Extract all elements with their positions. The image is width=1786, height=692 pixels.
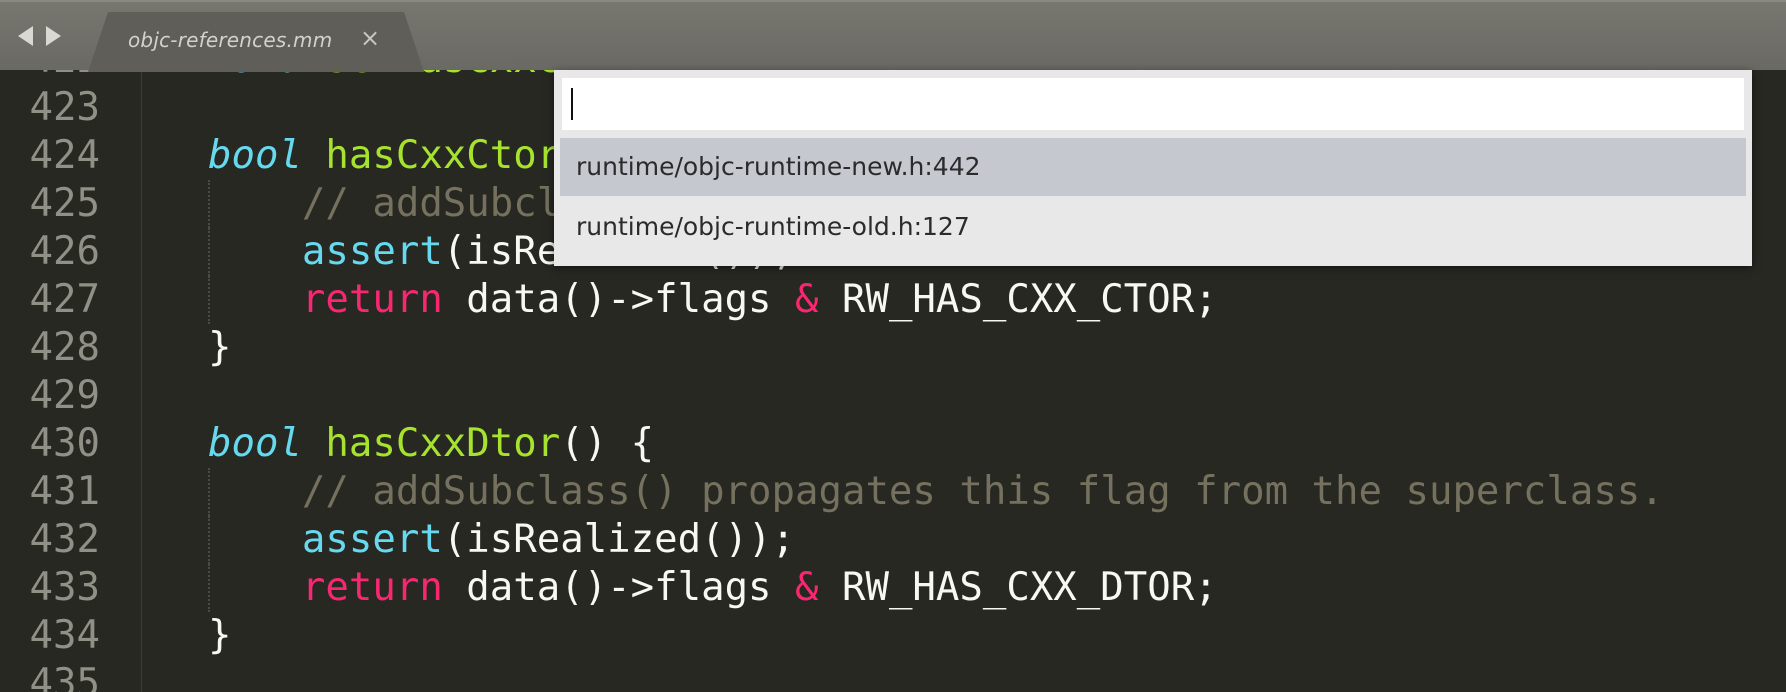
code-token: bool xyxy=(208,420,302,466)
code-text: } xyxy=(208,324,231,372)
line-number: 432 xyxy=(29,516,100,562)
goto-result-item[interactable]: runtime/objc-runtime-old.h:127 xyxy=(560,198,1746,256)
tab-bar: objc-references.mm × xyxy=(0,0,1786,72)
code-text: } xyxy=(208,612,231,660)
line-number: 428 xyxy=(29,324,100,370)
indent-guide xyxy=(208,227,210,276)
indent-guide xyxy=(208,563,210,612)
close-icon[interactable]: × xyxy=(360,24,380,52)
code-line[interactable]: 431 // addSubclass() propagates this fla… xyxy=(0,467,1786,516)
line-number: 423 xyxy=(29,84,100,130)
line-number: 427 xyxy=(29,276,100,322)
code-token: RW_HAS_CXX_DTOR; xyxy=(818,564,1218,610)
code-token: return xyxy=(301,564,443,610)
code-token: bool xyxy=(208,132,302,178)
goto-result-label: runtime/objc-runtime-old.h:127 xyxy=(576,212,970,241)
line-number: 435 xyxy=(29,660,100,692)
code-token: assert xyxy=(301,228,443,274)
code-line[interactable]: 427 return data()->flags & RW_HAS_CXX_CT… xyxy=(0,275,1786,324)
code-token: return xyxy=(301,276,443,322)
code-token: RW_HAS_CXX_CTOR; xyxy=(818,276,1218,322)
indent-guide xyxy=(208,467,210,516)
code-text: // addSubclass() propagates this flag fr… xyxy=(208,468,1664,516)
code-line[interactable]: 430 bool hasCxxDtor() { xyxy=(0,420,1786,468)
code-token: } xyxy=(208,612,232,658)
code-token: data()->flags xyxy=(442,564,796,610)
code-text: return data()->flags & RW_HAS_CXX_CTOR; xyxy=(208,276,1218,324)
indent-guide xyxy=(208,179,210,228)
code-line[interactable]: 429 xyxy=(0,372,1786,420)
code-token: hasCxxCtor xyxy=(325,132,561,178)
code-text: bool hasCxxDtor() { xyxy=(208,420,654,468)
line-number: 430 xyxy=(29,420,100,466)
code-line[interactable]: 428} xyxy=(0,324,1786,372)
line-number: 429 xyxy=(29,372,100,418)
goto-definition-popup: runtime/objc-runtime-new.h:442 runtime/o… xyxy=(554,70,1752,266)
goto-result-label: runtime/objc-runtime-new.h:442 xyxy=(576,152,981,181)
code-token: // addSubclass() propagates this flag fr… xyxy=(301,468,1664,514)
code-text: return data()->flags & RW_HAS_CXX_DTOR; xyxy=(208,564,1218,612)
tab-objc-references[interactable]: objc-references.mm × xyxy=(88,12,424,72)
code-token: } xyxy=(208,324,232,370)
code-line[interactable]: 433 return data()->flags & RW_HAS_CXX_DT… xyxy=(0,563,1786,612)
code-line[interactable]: 435 xyxy=(0,660,1786,692)
indent-guide xyxy=(208,275,210,324)
forward-arrow-icon[interactable] xyxy=(46,26,61,46)
code-token: () { xyxy=(560,420,655,466)
code-token: assert xyxy=(301,516,443,562)
line-number: 434 xyxy=(29,612,100,658)
line-number: 426 xyxy=(29,228,100,274)
goto-search-input[interactable] xyxy=(562,78,1744,130)
line-number: 424 xyxy=(29,132,100,178)
code-text: assert(isRealized()); xyxy=(208,516,795,564)
goto-result-item[interactable]: runtime/objc-runtime-new.h:442 xyxy=(560,138,1746,196)
line-number: 433 xyxy=(29,564,100,610)
back-arrow-icon[interactable] xyxy=(18,26,33,46)
text-caret xyxy=(571,88,573,120)
code-line[interactable]: 434} xyxy=(0,612,1786,660)
code-token: data()->flags xyxy=(442,276,796,322)
code-line[interactable]: 432 assert(isRealized()); xyxy=(0,515,1786,564)
tab-title: objc-references.mm xyxy=(128,28,333,52)
code-token: & xyxy=(795,276,819,322)
code-token: & xyxy=(795,564,819,610)
code-token: hasCxxDtor xyxy=(325,420,561,466)
indent-guide xyxy=(208,515,210,564)
code-token: (isRealized()); xyxy=(442,516,796,562)
line-number: 431 xyxy=(29,468,100,514)
line-number: 425 xyxy=(29,180,100,226)
